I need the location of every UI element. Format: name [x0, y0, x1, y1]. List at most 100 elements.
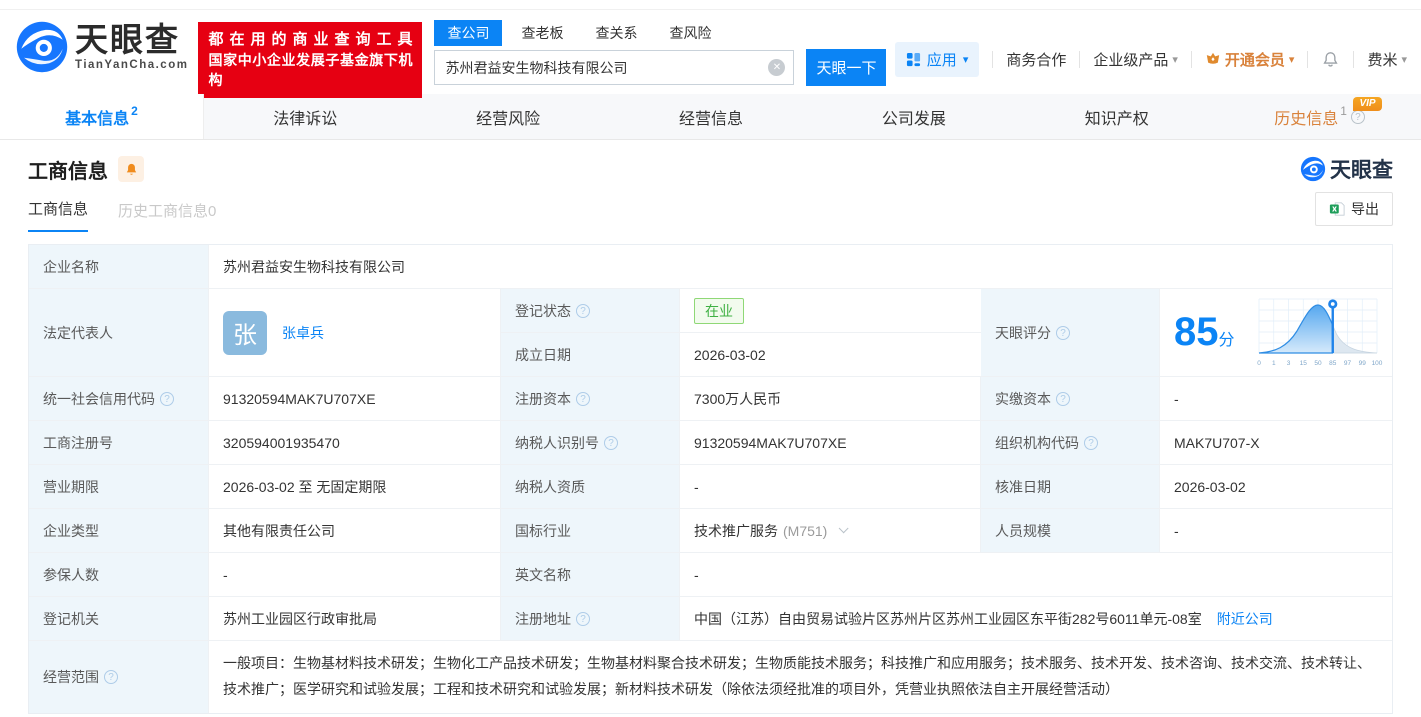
brand-logo[interactable]: 天眼查 TianYanCha.com: [15, 20, 188, 74]
svg-text:85: 85: [1329, 360, 1337, 367]
help-icon[interactable]: ?: [1056, 325, 1070, 340]
svg-text:99: 99: [1359, 360, 1367, 367]
tab-business-info[interactable]: 经营信息: [610, 94, 813, 139]
tab-intellectual-property[interactable]: 知识产权: [1015, 94, 1218, 139]
field-value-industry: 技术推广服务 (M751): [680, 509, 981, 553]
crown-icon: [1206, 52, 1220, 64]
watermark-logo-icon: [1300, 156, 1326, 182]
label-text: 成立日期: [515, 346, 571, 363]
help-icon[interactable]: ?: [576, 303, 590, 318]
bell-icon: [1323, 52, 1339, 67]
help-icon[interactable]: ?: [160, 391, 174, 406]
apps-menu-label: 应用: [926, 52, 957, 69]
value-text: 91320594MAK7U707XE: [694, 434, 847, 451]
field-label-staff-size: 人员规模: [981, 509, 1160, 553]
search-input[interactable]: [434, 50, 795, 85]
search-tab-company[interactable]: 查公司: [434, 20, 503, 46]
value-text: -: [694, 566, 699, 583]
field-label-business-term: 营业期限: [29, 465, 209, 509]
help-icon[interactable]: ?: [104, 669, 118, 684]
search-box: ✕: [434, 50, 795, 85]
field-value-registration-status: 在业: [680, 289, 981, 333]
search-tab-boss[interactable]: 查老板: [508, 20, 576, 46]
label-text: 企业名称: [43, 258, 99, 275]
value-text: 2026-03-02: [1174, 478, 1246, 495]
value-text: 7300万人民币: [694, 390, 782, 407]
label-text: 组织机构代码: [995, 434, 1079, 451]
help-icon[interactable]: ?: [1056, 391, 1070, 406]
export-button[interactable]: 导出: [1315, 192, 1393, 226]
industry-code: (M751): [783, 522, 828, 539]
tab-business-risk-label: 经营风险: [476, 110, 541, 128]
nav-username-label: 费米: [1367, 52, 1398, 69]
tab-basic-info[interactable]: 基本信息 2: [0, 94, 204, 139]
tab-legal-proceedings[interactable]: 法律诉讼: [204, 94, 407, 139]
tab-history-info[interactable]: VIP 历史信息 1 ?: [1218, 94, 1421, 139]
header: 天眼查 TianYanCha.com 都在用的商业查询工具 国家中小企业发展子基…: [0, 10, 1421, 98]
field-label-organization-code: 组织机构代码 ?: [981, 421, 1160, 465]
tab-company-development[interactable]: 公司发展: [812, 94, 1015, 139]
search-button[interactable]: 天眼一下: [806, 49, 887, 86]
export-button-label: 导出: [1351, 201, 1379, 217]
score-number: 85: [1174, 310, 1219, 354]
field-value-taxpayer-id: 91320594MAK7U707XE: [680, 421, 981, 465]
field-label-registration-authority: 登记机关: [29, 597, 209, 641]
nearby-companies-link[interactable]: 附近公司: [1217, 609, 1273, 629]
label-text: 纳税人识别号: [515, 434, 599, 451]
field-value-company-type: 其他有限责任公司: [209, 509, 501, 553]
label-text: 纳税人资质: [515, 478, 585, 495]
field-label-registration-number: 工商注册号: [29, 421, 209, 465]
subtab-registration-info[interactable]: 工商信息: [28, 198, 89, 232]
value-text: 苏州君益安生物科技有限公司: [223, 258, 405, 275]
help-icon[interactable]: ?: [576, 391, 590, 406]
value-text: MAK7U707-X: [1174, 434, 1260, 451]
label-text: 人员规模: [995, 522, 1051, 539]
field-value-paid-capital: -: [1160, 377, 1392, 421]
avatar[interactable]: 张: [223, 310, 267, 355]
tab-business-risk[interactable]: 经营风险: [407, 94, 610, 139]
nav-business-coop[interactable]: 商务合作: [1006, 49, 1066, 70]
subtab-history-registration-info[interactable]: 历史工商信息0: [118, 200, 216, 232]
search-tab-relation[interactable]: 查关系: [582, 20, 650, 46]
chevron-down-icon: ▾: [1288, 54, 1295, 66]
apps-menu[interactable]: 应用 ▾: [894, 42, 980, 77]
value-text: 91320594MAK7U707XE: [223, 390, 376, 407]
svg-text:50: 50: [1314, 360, 1322, 367]
value-text: 中国（江苏）自由贸易试验片区苏州片区苏州工业园区东平街282号6011单元-08…: [694, 610, 1202, 627]
status-date-group: 登记状态 ? 在业 成立日期 2026-03-02: [501, 289, 981, 377]
field-label-registered-address: 注册地址 ?: [501, 597, 680, 641]
help-icon[interactable]: ?: [576, 611, 590, 626]
brand-logo-icon: [16, 21, 68, 73]
value-text: 一般项目：生物基材料技术研发；生物化工产品技术研发；生物基材料聚合技术研发；生物…: [223, 655, 1371, 697]
field-label-company-type: 企业类型: [29, 509, 209, 553]
score-value: 85分: [1174, 310, 1235, 355]
nav-divider: [1353, 51, 1355, 68]
field-label-taxpayer-id: 纳税人识别号 ?: [501, 421, 680, 465]
help-icon[interactable]: ?: [604, 435, 618, 450]
chevron-down-icon[interactable]: [839, 523, 849, 534]
field-value-registration-authority: 苏州工业园区行政审批局: [209, 597, 501, 641]
tab-basic-info-label: 基本信息: [65, 110, 130, 128]
search-tab-risk[interactable]: 查风险: [656, 20, 724, 46]
table-row: 统一社会信用代码 ? 91320594MAK7U707XE 注册资本 ? 730…: [29, 377, 1392, 421]
nav-username[interactable]: 费米 ▾: [1367, 49, 1407, 70]
field-label-legal-representative: 法定代表人: [29, 289, 209, 377]
nav-enterprise-products[interactable]: 企业级产品 ▾: [1093, 49, 1178, 70]
field-label-company-name: 企业名称: [29, 245, 209, 289]
label-text: 登记状态: [515, 302, 571, 319]
label-text: 参保人数: [43, 566, 99, 583]
svg-text:97: 97: [1344, 360, 1352, 367]
help-icon[interactable]: ?: [1350, 109, 1365, 124]
help-icon[interactable]: ?: [1084, 435, 1098, 450]
field-value-insured-count: -: [209, 553, 501, 597]
field-value-registered-address: 中国（江苏）自由贸易试验片区苏州片区苏州工业园区东平街282号6011单元-08…: [680, 597, 1392, 641]
field-label-establishment-date: 成立日期: [501, 333, 680, 377]
subscribe-alert-button[interactable]: [118, 156, 144, 182]
search-tabs: 查公司 查老板 查关系 查风险: [434, 20, 886, 46]
legal-representative-link[interactable]: 张卓兵: [282, 323, 324, 343]
tab-history-info-count: 1: [1340, 103, 1347, 118]
notification-bell[interactable]: [1321, 50, 1340, 69]
nav-open-vip[interactable]: 开通会员 ▾: [1205, 49, 1295, 70]
field-value-establishment-date: 2026-03-02: [680, 333, 981, 377]
chevron-down-icon: ▾: [962, 54, 969, 66]
